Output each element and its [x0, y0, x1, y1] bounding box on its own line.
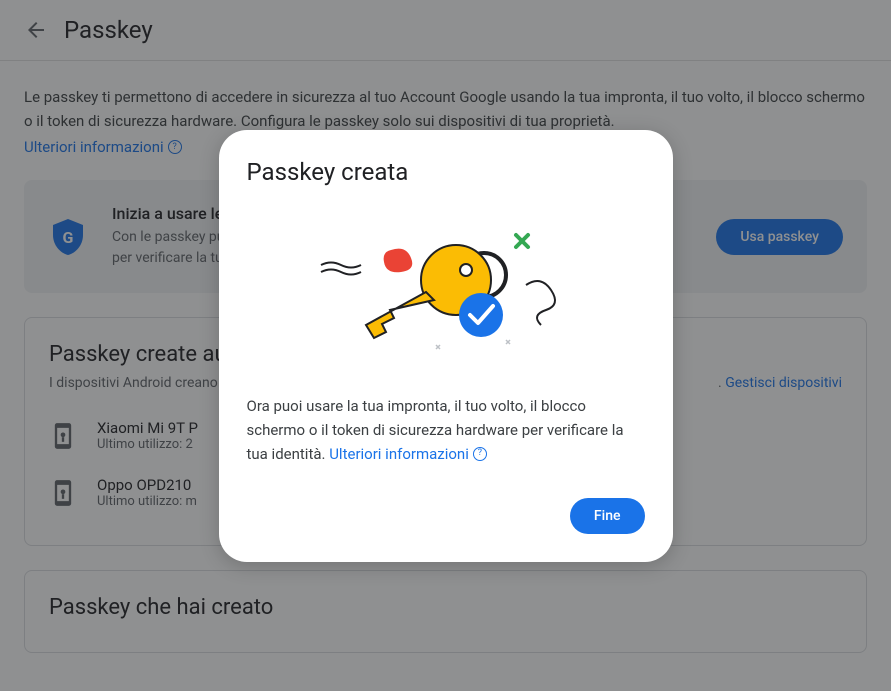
modal-actions: Fine: [247, 498, 645, 534]
passkey-created-modal: Passkey creata: [219, 130, 673, 562]
modal-text: Ora puoi usare la tua impronta, il tuo v…: [247, 394, 645, 466]
key-illustration: [247, 210, 645, 370]
modal-title: Passkey creata: [247, 158, 645, 186]
fine-button[interactable]: Fine: [570, 498, 645, 534]
modal-learn-more-link[interactable]: Ulteriori informazioni ?: [329, 442, 487, 466]
help-icon: ?: [473, 447, 487, 461]
modal-learn-more-label: Ulteriori informazioni: [329, 442, 469, 466]
